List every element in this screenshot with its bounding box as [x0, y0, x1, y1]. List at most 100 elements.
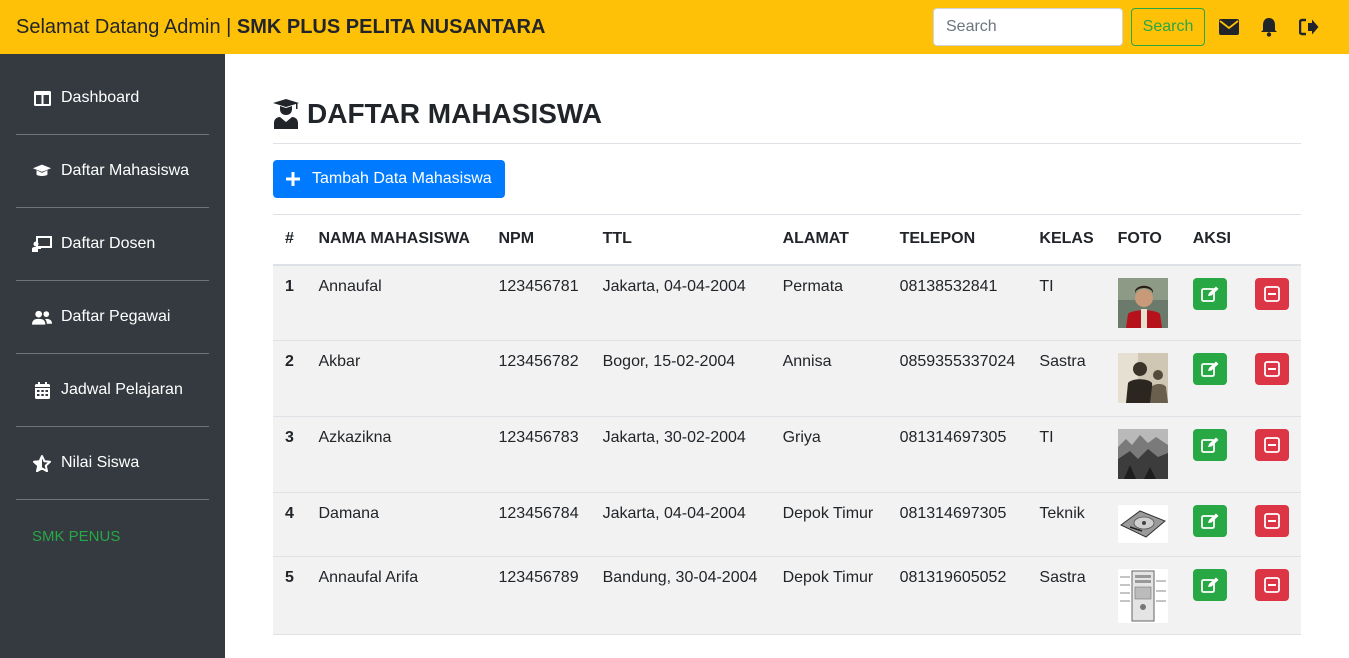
- cell-edit: [1181, 557, 1243, 635]
- cell-alamat: Permata: [782, 277, 844, 295]
- cell-no: 3: [285, 429, 294, 446]
- page-title: DAFTAR MAHASISWA: [273, 94, 1301, 134]
- minus-square-icon: [1264, 577, 1280, 593]
- cell-nama: Akbar: [318, 353, 361, 370]
- edit-button[interactable]: [1192, 353, 1227, 385]
- cell-alamat: Griya: [782, 429, 821, 446]
- cell-foto: [1106, 341, 1181, 417]
- table-row: 1 Annaufal 123456781 Jakarta, 04-04-2004…: [273, 264, 1301, 341]
- add-mahasiswa-button[interactable]: Tambah Data Mahasiswa: [273, 160, 505, 198]
- sidebar-item-daftar-dosen[interactable]: Daftar Dosen: [16, 208, 209, 281]
- cell-telepon: 08138532841: [899, 277, 998, 295]
- edit-icon: [1200, 437, 1219, 453]
- delete-button[interactable]: [1254, 505, 1289, 537]
- cell-alamat: Annisa: [782, 353, 832, 370]
- columns-icon: [32, 88, 52, 108]
- cell-nama: Annaufal: [318, 277, 382, 295]
- navbar-brand[interactable]: Selamat Datang Admin | SMK PLUS PELITA N…: [16, 16, 545, 39]
- cell-edit: [1181, 265, 1243, 341]
- delete-button[interactable]: [1254, 429, 1289, 461]
- delete-button[interactable]: [1254, 277, 1289, 310]
- cell-foto: [1106, 557, 1181, 635]
- search-input[interactable]: [933, 8, 1123, 46]
- cell-no: 5: [285, 569, 294, 586]
- top-navbar: Selamat Datang Admin | SMK PLUS PELITA N…: [0, 0, 1349, 54]
- col-header-alamat: ALAMAT: [782, 230, 849, 248]
- table-row: 5 Annaufal Arifa 123456789 Bandung, 30-0…: [273, 556, 1301, 635]
- col-header-npm: NPM: [498, 230, 535, 248]
- add-button-label: Tambah Data Mahasiswa: [312, 170, 492, 187]
- col-header-nama: NAMA MAHASISWA: [318, 230, 470, 248]
- cell-ttl: Jakarta, 04-04-2004: [602, 277, 746, 295]
- edit-button[interactable]: [1192, 569, 1227, 601]
- edit-icon: [1200, 513, 1219, 529]
- school-name: SMK PLUS PELITA NUSANTARA: [236, 15, 546, 38]
- minus-square-icon: [1264, 513, 1280, 529]
- table-row: 3 Azkazikna 123456783 Jakarta, 30-02-200…: [273, 416, 1301, 493]
- minus-square-icon: [1264, 361, 1280, 377]
- sidebar-item-label: Nilai Siswa: [61, 454, 140, 471]
- cell-telepon: 0859355337024: [899, 353, 1016, 370]
- edit-icon: [1200, 577, 1219, 593]
- sidebar-item-label: Daftar Mahasiswa: [61, 162, 190, 179]
- cell-edit: [1181, 493, 1243, 557]
- cell-kelas: TI: [1039, 429, 1054, 446]
- cell-telepon: 081319605052: [899, 569, 1007, 586]
- sidebar-item-daftar-pegawai[interactable]: Daftar Pegawai: [16, 281, 209, 354]
- student-photo: [1117, 429, 1168, 479]
- sidebar-item-label: Daftar Dosen: [61, 235, 156, 252]
- table-row: 2 Akbar 123456782 Bogor, 15-02-2004 Anni…: [273, 340, 1301, 417]
- delete-button[interactable]: [1254, 569, 1289, 601]
- sidebar-item-jadwal-pelajaran[interactable]: Jadwal Pelajaran: [16, 354, 209, 427]
- cell-no: 2: [285, 353, 294, 370]
- sidebar-item-daftar-mahasiswa[interactable]: Daftar Mahasiswa: [16, 135, 209, 208]
- navbar-right: Search: [933, 0, 1349, 54]
- cell-delete: [1243, 417, 1301, 493]
- page-title-text: DAFTAR MAHASISWA: [307, 98, 603, 129]
- cell-ttl: Jakarta, 30-02-2004: [602, 429, 746, 446]
- delete-button[interactable]: [1254, 353, 1289, 385]
- calendar-icon: [32, 380, 52, 400]
- cell-kelas: Teknik: [1039, 505, 1085, 522]
- search-button[interactable]: Search: [1131, 8, 1205, 46]
- edit-button[interactable]: [1192, 429, 1227, 461]
- minus-square-icon: [1264, 437, 1280, 453]
- main-content: DAFTAR MAHASISWA Tambah Data Mahasiswa #…: [273, 54, 1301, 635]
- cell-kelas: TI: [1039, 277, 1054, 295]
- col-header-telepon: TELEPON: [899, 230, 976, 248]
- student-photo: [1117, 505, 1168, 543]
- sidebar-item-label: Daftar Pegawai: [61, 308, 171, 325]
- users-icon: [32, 307, 52, 327]
- edit-button[interactable]: [1192, 277, 1227, 310]
- sidebar-item-label: Dashboard: [61, 89, 140, 106]
- cell-telepon: 081314697305: [899, 429, 1007, 446]
- sidebar-item-nilai-siswa[interactable]: Nilai Siswa: [16, 427, 209, 500]
- star-icon: [32, 453, 52, 473]
- sidebar-item-dashboard[interactable]: Dashboard: [16, 54, 209, 135]
- bell-icon[interactable]: [1259, 17, 1279, 37]
- cell-ttl: Bandung, 30-04-2004: [602, 569, 758, 586]
- cell-nama: Damana: [318, 505, 379, 522]
- sidebar-footer: SMK PENUS: [32, 528, 121, 545]
- cell-no: 4: [285, 505, 294, 522]
- sign-out-icon[interactable]: [1299, 17, 1319, 37]
- col-header-kelas: KELAS: [1039, 230, 1094, 248]
- welcome-text: Selamat Datang Admin |: [16, 15, 237, 38]
- navbar-icons: [1219, 17, 1319, 37]
- mahasiswa-table: # NAMA MAHASISWA NPM TTL ALAMAT TELEPON …: [273, 214, 1301, 635]
- edit-button[interactable]: [1192, 505, 1227, 537]
- plus-icon: [286, 172, 300, 186]
- title-divider: [273, 143, 1301, 144]
- cell-delete: [1243, 265, 1301, 341]
- cell-alamat: Depok Timur: [782, 505, 874, 522]
- cell-npm: 123456783: [498, 429, 579, 446]
- table-row: 4 Damana 123456784 Jakarta, 04-04-2004 D…: [273, 492, 1301, 557]
- envelope-icon[interactable]: [1219, 17, 1239, 37]
- col-header-ttl: TTL: [602, 230, 632, 248]
- cell-foto: [1106, 493, 1181, 557]
- cell-edit: [1181, 341, 1243, 417]
- col-header-aksi: AKSI: [1192, 230, 1231, 248]
- user-graduate-icon: [273, 99, 299, 129]
- cell-nama: Annaufal Arifa: [318, 569, 419, 586]
- col-header-no: #: [285, 230, 294, 248]
